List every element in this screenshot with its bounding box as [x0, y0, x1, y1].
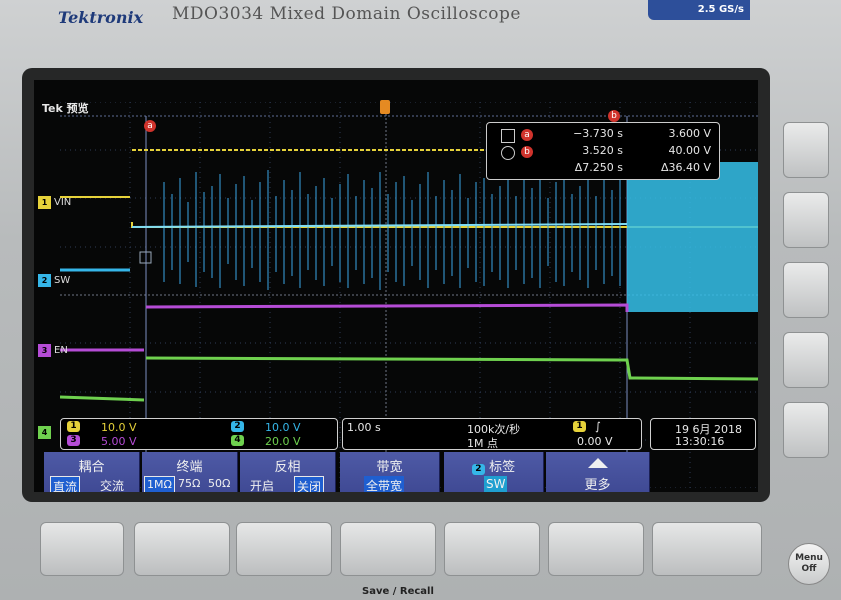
side-button-1[interactable]	[783, 122, 829, 178]
bandwidth-value: 全带宽	[364, 476, 405, 492]
cursor-a-tag: a	[521, 129, 533, 141]
termination-50ohm-option[interactable]: 50Ω	[206, 476, 232, 491]
side-button-3[interactable]	[783, 262, 829, 318]
termination-75ohm-option[interactable]: 75Ω	[176, 476, 202, 491]
ch3-chip: 3	[67, 435, 80, 446]
channel-1-name: VIN	[54, 197, 72, 208]
cursor-readout: a −3.730 s 3.600 V b 3.520 s 40.00 V Δ7.…	[486, 122, 720, 180]
cursor-a-row: a −3.730 s 3.600 V	[493, 127, 715, 143]
timebase: 1.00 s	[347, 421, 381, 434]
trigger-slope-icon: ∫	[595, 420, 601, 433]
bottom-button-5[interactable]	[444, 522, 540, 576]
invert-title: 反相	[274, 460, 301, 475]
cursor-a-marker[interactable]: a	[144, 120, 156, 132]
more-title: 更多	[584, 478, 611, 492]
trigger-position-icon[interactable]	[380, 100, 390, 114]
cursor-delta-row: Δ7.250 s Δ36.40 V	[493, 161, 715, 177]
vertical-scale-panel[interactable]: 1 10.0 V 2 10.0 V 3 5.00 V 4 20.0 V	[60, 418, 338, 450]
cursor-b-row: b 3.520 s 40.00 V	[493, 144, 715, 160]
channel-2-label[interactable]: 2 SW	[38, 274, 70, 287]
termination-menu-button[interactable]: 终端 1MΩ 75Ω 50Ω	[142, 452, 238, 492]
coupling-dc-option[interactable]: 直流	[50, 476, 81, 492]
cursor-b-time: 3.520 s	[582, 144, 623, 157]
ch2-chip: 2	[231, 421, 244, 432]
bottom-button-1[interactable]	[40, 522, 124, 576]
sw-dense-waveform	[627, 162, 758, 312]
channel-3-name: EN	[54, 345, 68, 356]
invert-on-option[interactable]: 开启	[248, 476, 276, 492]
termination-title: 终端	[176, 460, 203, 475]
ch3-scale: 5.00 V	[101, 435, 137, 448]
side-button-2[interactable]	[783, 192, 829, 248]
channel-3-label[interactable]: 3 EN	[38, 344, 68, 357]
label-menu-button[interactable]: 2 标签 SW	[444, 452, 544, 492]
sample-rate-badge: 2.5 GS/s	[648, 0, 750, 20]
channel-3-icon: 3	[38, 344, 51, 357]
bottom-button-3[interactable]	[236, 522, 332, 576]
ch4-scale: 20.0 V	[265, 435, 301, 448]
bottom-button-7[interactable]	[652, 522, 762, 576]
channel-1-icon: 1	[38, 196, 51, 209]
channel-4-icon: 4	[38, 426, 51, 439]
record-length: 1M 点	[467, 437, 498, 450]
channel-1-label[interactable]: 1 VIN	[38, 196, 71, 209]
coupling-ac-option[interactable]: 交流	[98, 476, 126, 492]
ch1-scale: 10.0 V	[101, 421, 137, 434]
ch1-chip: 1	[67, 421, 80, 432]
ch2-scale: 10.0 V	[265, 421, 301, 434]
bottom-button-4[interactable]	[340, 522, 436, 576]
cursor-b-voltage: 40.00 V	[668, 144, 711, 157]
label-value: SW	[484, 476, 508, 492]
channel-2-icon: 2	[38, 274, 51, 287]
cursor-b-marker[interactable]: b	[608, 110, 620, 122]
termination-1mohm-option[interactable]: 1MΩ	[144, 476, 175, 492]
cursor-delta-time: Δ7.250 s	[574, 161, 623, 174]
cursor-b-tag: b	[521, 146, 533, 158]
sw-burst-waveform	[163, 170, 621, 290]
channel-4-label[interactable]: 4	[38, 426, 54, 439]
ch4-chip: 4	[231, 435, 244, 446]
brand-logo: Tektronix	[58, 8, 144, 27]
channel-2-name: SW	[54, 275, 71, 286]
oscilloscope-display: Tek 预览 a b 1 VIN 2 SW 3 EN 4 a −3.730 s …	[34, 80, 758, 492]
time: 13:30:16	[675, 435, 725, 448]
label-title-row: 2 标签	[444, 456, 543, 475]
side-button-5[interactable]	[783, 402, 829, 458]
cursor-delta-voltage: Δ36.40 V	[660, 161, 711, 174]
coupling-menu-button[interactable]: 耦合 直流 交流	[44, 452, 140, 492]
date-time-panel: 19 6月 2018 13:30:16	[650, 418, 756, 450]
cursor-a-voltage: 3.600 V	[668, 127, 711, 140]
bottom-button-2[interactable]	[134, 522, 230, 576]
label-channel-chip: 2	[471, 464, 485, 475]
bottom-button-6[interactable]	[548, 522, 644, 576]
trigger-channel-chip: 1	[573, 421, 586, 432]
circle-icon	[501, 146, 515, 160]
invert-menu-button[interactable]: 反相 开启 关闭	[240, 452, 336, 492]
label-title: 标签	[489, 460, 516, 475]
bandwidth-menu-button[interactable]: 带宽 全带宽	[340, 452, 440, 492]
invert-off-option[interactable]: 关闭	[294, 476, 325, 492]
side-button-4[interactable]	[783, 332, 829, 388]
coupling-title: 耦合	[78, 460, 105, 475]
cursor-a-time: −3.730 s	[573, 127, 623, 140]
square-icon	[501, 129, 515, 143]
more-menu-button[interactable]: 更多	[546, 452, 650, 492]
save-recall-label: Save / Recall	[362, 586, 434, 597]
bandwidth-title: 带宽	[376, 460, 403, 475]
up-arrow-icon	[588, 458, 608, 468]
menu-off-button[interactable]: Menu Off	[788, 543, 830, 585]
horizontal-trigger-panel[interactable]: 1.00 s 100k次/秒 1M 点 1 ∫ 0.00 V	[342, 418, 642, 450]
model-name: MDO3034 Mixed Domain Oscilloscope	[172, 4, 521, 24]
trigger-level: 0.00 V	[577, 435, 613, 448]
